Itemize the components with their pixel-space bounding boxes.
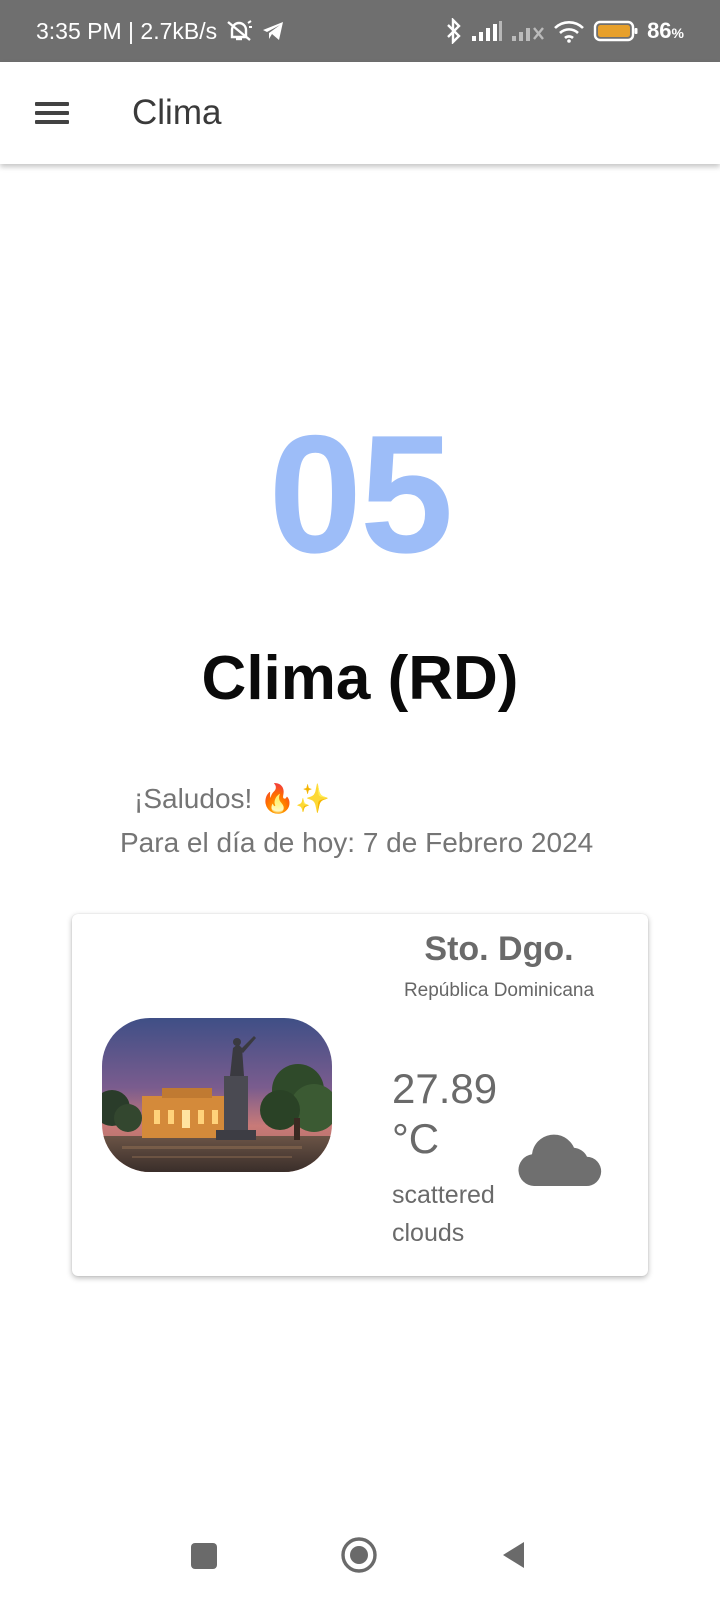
cloud-icon bbox=[516, 1126, 602, 1193]
country-name: República Dominicana bbox=[403, 980, 595, 1001]
time-and-speed: 3:35 PM | 2.7kB/s bbox=[36, 17, 218, 44]
greeting: ¡Saludos! 🔥✨ bbox=[134, 782, 330, 815]
home-circle-icon[interactable] bbox=[340, 1536, 378, 1579]
weather-condition: scattered clouds bbox=[392, 1181, 495, 1247]
back-triangle-icon[interactable] bbox=[500, 1540, 528, 1575]
city-photo bbox=[102, 1018, 332, 1172]
no-signal-icon bbox=[511, 20, 545, 42]
hamburger-menu-icon bbox=[35, 97, 69, 129]
big-number: 05 bbox=[268, 400, 454, 588]
battery-icon bbox=[593, 19, 639, 43]
app-title: Clima bbox=[132, 93, 222, 132]
temperature: 27.89 °C bbox=[392, 1065, 498, 1162]
muted-alarm-icon bbox=[225, 19, 253, 43]
greeting-text: ¡Saludos! bbox=[134, 783, 253, 814]
app-bar: Clima bbox=[0, 62, 720, 164]
bluetooth-icon bbox=[445, 18, 463, 44]
menu-button[interactable] bbox=[0, 62, 104, 164]
greeting-emoji: 🔥✨ bbox=[260, 782, 330, 815]
status-bar: 3:35 PM | 2.7kB/s 86% bbox=[0, 0, 720, 62]
signal-icon bbox=[471, 20, 503, 42]
battery-percent: 86% bbox=[647, 18, 684, 43]
weather-card[interactable]: Sto. Dgo. República Dominicana 27.89 °C … bbox=[72, 914, 648, 1276]
date-line: Para el día de hoy: 7 de Febrero 2024 bbox=[120, 827, 594, 858]
wifi-icon bbox=[553, 19, 585, 43]
status-bar-right: 86% bbox=[445, 18, 684, 44]
status-bar-left: 3:35 PM | 2.7kB/s bbox=[36, 18, 285, 45]
telegram-icon bbox=[261, 20, 285, 42]
page-heading: Clima (RD) bbox=[201, 644, 519, 713]
screen: 3:35 PM | 2.7kB/s 86% Clima 05 Clima (RD… bbox=[0, 0, 720, 1600]
navigation-bar bbox=[0, 1520, 720, 1600]
city-name: Sto. Dgo. bbox=[424, 930, 574, 968]
recents-square-icon[interactable] bbox=[190, 1542, 218, 1575]
